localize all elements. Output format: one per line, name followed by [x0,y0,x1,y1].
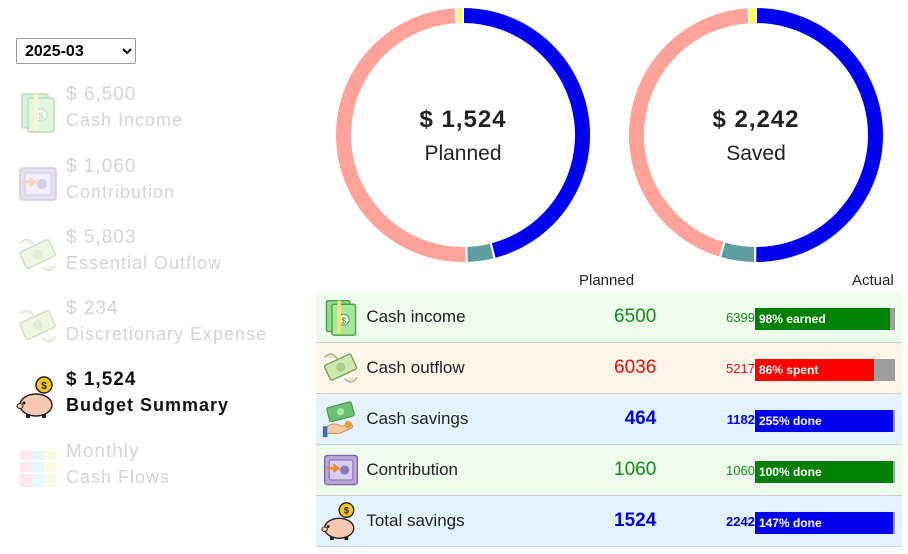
row-actual-value: 1060 [656,444,755,496]
row-actual-value: 1182 [656,393,755,445]
cash-stack-icon: $ [16,90,60,134]
actual-column-header: Actual [852,272,894,289]
donut-segment-1 [718,240,757,265]
sidebar-item-amount: $ 6,500 [66,84,137,105]
progress-bar: 86% spent [754,359,895,381]
planned-donut-chart: $ 1,524 Planned [332,4,594,266]
progress-bar: 100% done [754,461,895,483]
money-hand-icon [321,401,361,438]
donut-center-label: Planned [424,142,502,165]
sidebar-item-amount: $ 1,524 [66,369,137,390]
sidebar-item-contribution[interactable]: $ 1,060 Contribution [16,156,306,212]
sidebar-item-cash-income[interactable]: $ $ 6,500 Cash Income [16,84,306,140]
donut-center-amount: $ 1,524 [419,106,507,133]
svg-text:$: $ [41,381,47,392]
row-label: Cash savings [366,393,518,445]
calendar-flow-icon [16,447,60,491]
sidebar-item-essential-outflow[interactable]: $ 5,803 Essential Outflow [16,227,306,283]
svg-text:$: $ [38,111,43,121]
sidebar-item-amount: $ 1,060 [66,156,137,177]
progress-bar: 147% done [754,512,895,534]
sidebar-item-label: Cash Flows [66,467,171,487]
saved-donut-chart: $ 2,242 Saved [625,4,887,266]
sidebar-item-amount: $ 5,803 [66,227,137,248]
donut-segment-0 [754,5,885,264]
sidebar-item-label: Cash Income [66,110,184,130]
progress-bar-text: 100% done [758,465,822,479]
donut-segment-3 [454,5,464,26]
flying-money-icon [321,353,361,383]
safe-icon [321,454,361,486]
progress-bar-text: 255% done [758,414,822,428]
row-actual-value: 5217 [656,342,755,394]
sidebar-item-discretionary-expense[interactable]: $ 234 Discretionary Expense [16,298,306,354]
row-planned-value: 6036 [517,342,657,394]
sidebar-item-label: Budget Summary [66,395,230,415]
svg-text:$: $ [342,316,347,325]
month-select[interactable]: 2025-03 [16,38,136,64]
row-actual-value: 2242 [656,495,755,547]
sidebar-item-budget-summary[interactable]: $ $ 1,524 Budget Summary [16,369,306,425]
row-planned-value: 1060 [517,444,657,496]
saved-donut-ring [627,5,885,265]
table-row: Cash outflow 6036 5217 86% spent [316,342,902,394]
row-label: Cash outflow [366,342,518,394]
budget-summary-table: $ Cash income 6500 6399 98% earned Cash … [316,292,902,547]
sidebar-item-label: Contribution [66,182,176,202]
safe-icon [16,162,60,206]
row-planned-value: 1524 [517,495,657,547]
sidebar-item-label: Essential Outflow [66,253,223,273]
table-row: Cash savings 464 1182 255% done [316,393,902,445]
progress-bar-text: 98% earned [758,312,826,326]
flying-money-icon [16,233,60,277]
sidebar-item-amount: $ 234 [66,298,119,319]
row-planned-value: 6500 [517,292,657,343]
svg-text:$: $ [344,506,349,516]
row-label: Cash income [366,292,518,343]
donut-center-amount: $ 2,242 [712,106,800,133]
sidebar-item-amount: Monthly [66,441,140,462]
row-label: Contribution [366,444,518,496]
donut-segment-2 [334,6,468,264]
table-row: $ Cash income 6500 6399 98% earned [316,292,902,343]
progress-bar: 98% earned [754,308,895,330]
table-row: $ Total savings 1524 2242 147% done [316,495,902,547]
piggy-bank-icon: $ [16,375,60,419]
table-row: Contribution 1060 1060 100% done [316,444,902,496]
cash-stack-icon: $ [321,299,361,336]
progress-bar-text: 86% spent [758,363,819,377]
donut-segment-1 [465,241,497,264]
flying-money-icon [16,304,60,348]
piggy-bank-icon: $ [321,502,361,541]
sidebar-item-label: Discretionary Expense [66,324,268,344]
sidebar-item-monthly-cash-flows[interactable]: Monthly Cash Flows [16,441,306,497]
row-actual-value: 6399 [656,292,755,343]
donut-segment-3 [747,5,757,26]
donut-center-label: Saved [726,142,786,165]
row-planned-value: 464 [517,393,657,445]
planned-donut-ring [334,5,592,264]
planned-column-header: Planned [579,272,635,289]
progress-bar: 255% done [754,410,895,432]
row-label: Total savings [366,495,518,547]
progress-bar-text: 147% done [758,516,822,530]
